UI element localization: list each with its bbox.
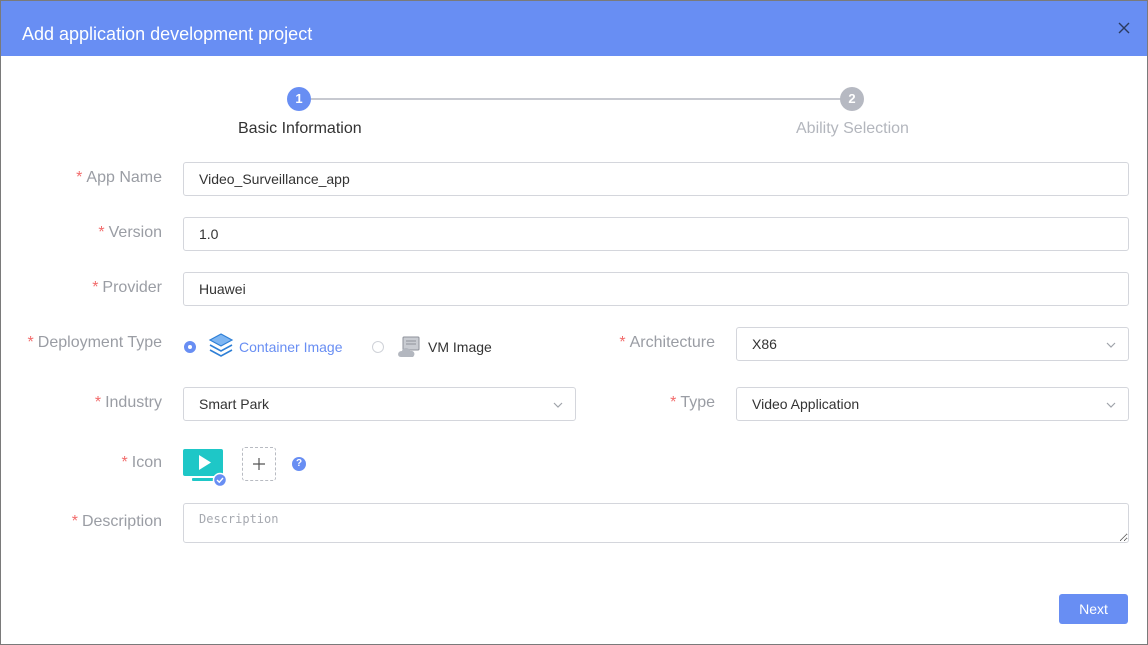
step-2-label: Ability Selection <box>796 120 909 137</box>
next-button[interactable]: Next <box>1059 594 1128 624</box>
container-image-radio[interactable] <box>184 341 196 353</box>
required-mark: * <box>76 169 83 186</box>
provider-input[interactable]: Huawei <box>183 272 1129 306</box>
required-mark: * <box>670 394 677 411</box>
industry-label: * Industry <box>95 394 162 412</box>
plus-icon <box>253 458 265 470</box>
version-label-text: Version <box>108 224 162 241</box>
description-textarea[interactable] <box>183 503 1129 543</box>
close-icon[interactable] <box>1117 21 1131 35</box>
type-value: Video Application <box>752 396 860 412</box>
description-label-text: Description <box>81 513 162 530</box>
architecture-select[interactable]: X86 <box>736 327 1129 361</box>
architecture-label: * Architecture <box>619 334 715 352</box>
type-label-text: Type <box>680 394 715 411</box>
type-select[interactable]: Video Application <box>736 387 1129 421</box>
type-label: * Type <box>670 394 715 412</box>
required-mark: * <box>92 279 99 296</box>
required-mark: * <box>619 334 626 351</box>
vm-cloud-icon <box>397 335 423 359</box>
steps-connector <box>311 98 841 100</box>
architecture-label-text: Architecture <box>629 334 715 351</box>
add-project-dialog: Add application development project 1 2 … <box>0 0 1148 645</box>
required-mark: * <box>71 513 78 530</box>
industry-select[interactable]: Smart Park <box>183 387 576 421</box>
dialog-header: Add application development project <box>1 1 1147 56</box>
required-mark: * <box>94 394 102 411</box>
architecture-value: X86 <box>752 336 777 352</box>
industry-value: Smart Park <box>199 396 270 412</box>
layers-icon <box>208 332 234 360</box>
deployment-type-label-text: Deployment Type <box>37 334 162 351</box>
app-name-input[interactable]: Video_Surveillance_app <box>183 162 1129 196</box>
container-image-option[interactable]: Container Image <box>239 339 343 355</box>
required-mark: * <box>121 454 128 471</box>
provider-label: * Provider <box>92 279 162 297</box>
add-icon-button[interactable] <box>242 447 276 481</box>
app-name-label: * App Name <box>76 169 162 187</box>
vm-image-option[interactable]: VM Image <box>428 339 492 355</box>
video-app-icon[interactable] <box>183 448 228 488</box>
required-mark: * <box>27 334 34 351</box>
chevron-down-icon <box>1106 402 1116 408</box>
icon-label-text: Icon <box>131 454 162 471</box>
chevron-down-icon <box>1106 342 1116 348</box>
chevron-down-icon <box>553 402 563 408</box>
step-2-indicator: 2 <box>840 87 864 111</box>
required-mark: * <box>98 224 105 241</box>
vm-image-radio[interactable] <box>372 341 384 353</box>
description-label: * Description <box>72 513 162 531</box>
version-input[interactable]: 1.0 <box>183 217 1129 251</box>
provider-label-text: Provider <box>102 279 162 296</box>
industry-label-text: Industry <box>105 394 162 411</box>
deployment-type-label: * Deployment Type <box>28 334 162 352</box>
app-name-label-text: App Name <box>86 169 162 186</box>
dialog-title: Add application development project <box>22 24 313 44</box>
step-1-indicator: 1 <box>287 87 311 111</box>
step-1-label: Basic Information <box>238 120 362 137</box>
help-icon[interactable]: ? <box>292 457 306 471</box>
icon-label: * Icon <box>122 454 162 472</box>
version-label: * Version <box>98 224 162 242</box>
